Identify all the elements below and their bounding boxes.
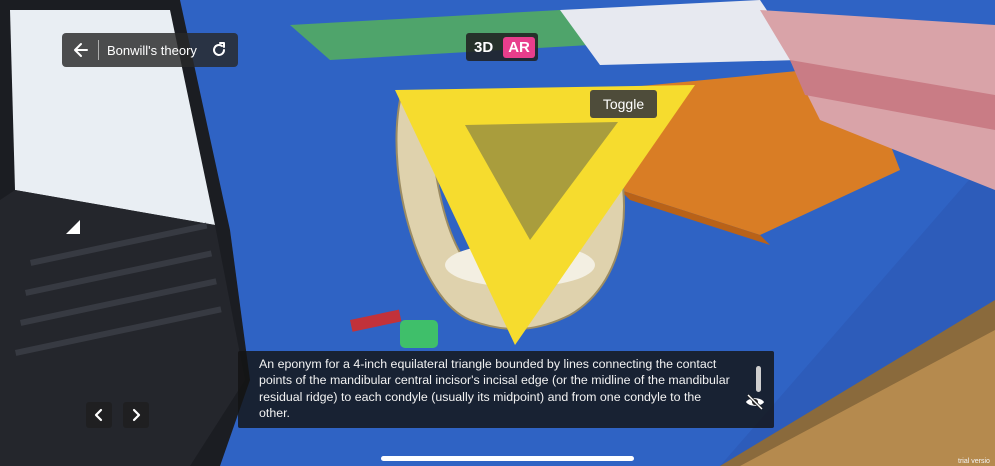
toggle-button[interactable]: Toggle: [590, 90, 657, 118]
prev-button[interactable]: [86, 402, 112, 428]
home-indicator[interactable]: [381, 456, 634, 461]
mode-ar-button[interactable]: AR: [503, 36, 535, 58]
hide-description-button[interactable]: [744, 393, 766, 411]
signal-icon: [62, 216, 84, 238]
chevron-right-icon: [132, 408, 141, 422]
arrow-left-icon: [74, 43, 88, 57]
refresh-icon: [213, 42, 225, 56]
description-panel: An eponym for a 4-inch equilateral trian…: [238, 351, 774, 428]
next-button[interactable]: [123, 402, 149, 428]
chevron-left-icon: [94, 408, 103, 422]
watermark: trial versio: [958, 458, 990, 465]
eye-slash-icon: [746, 393, 764, 411]
scrollbar[interactable]: [756, 366, 761, 392]
back-button[interactable]: [70, 39, 92, 61]
mode-3d-button[interactable]: 3D: [474, 39, 499, 56]
page-title: Bonwill's theory: [107, 42, 197, 58]
view-mode-switch: 3D AR: [466, 33, 538, 61]
title-bar: Bonwill's theory: [62, 33, 238, 67]
reload-button[interactable]: [208, 39, 230, 61]
divider: [98, 40, 99, 60]
description-text: An eponym for a 4-inch equilateral trian…: [259, 357, 730, 420]
